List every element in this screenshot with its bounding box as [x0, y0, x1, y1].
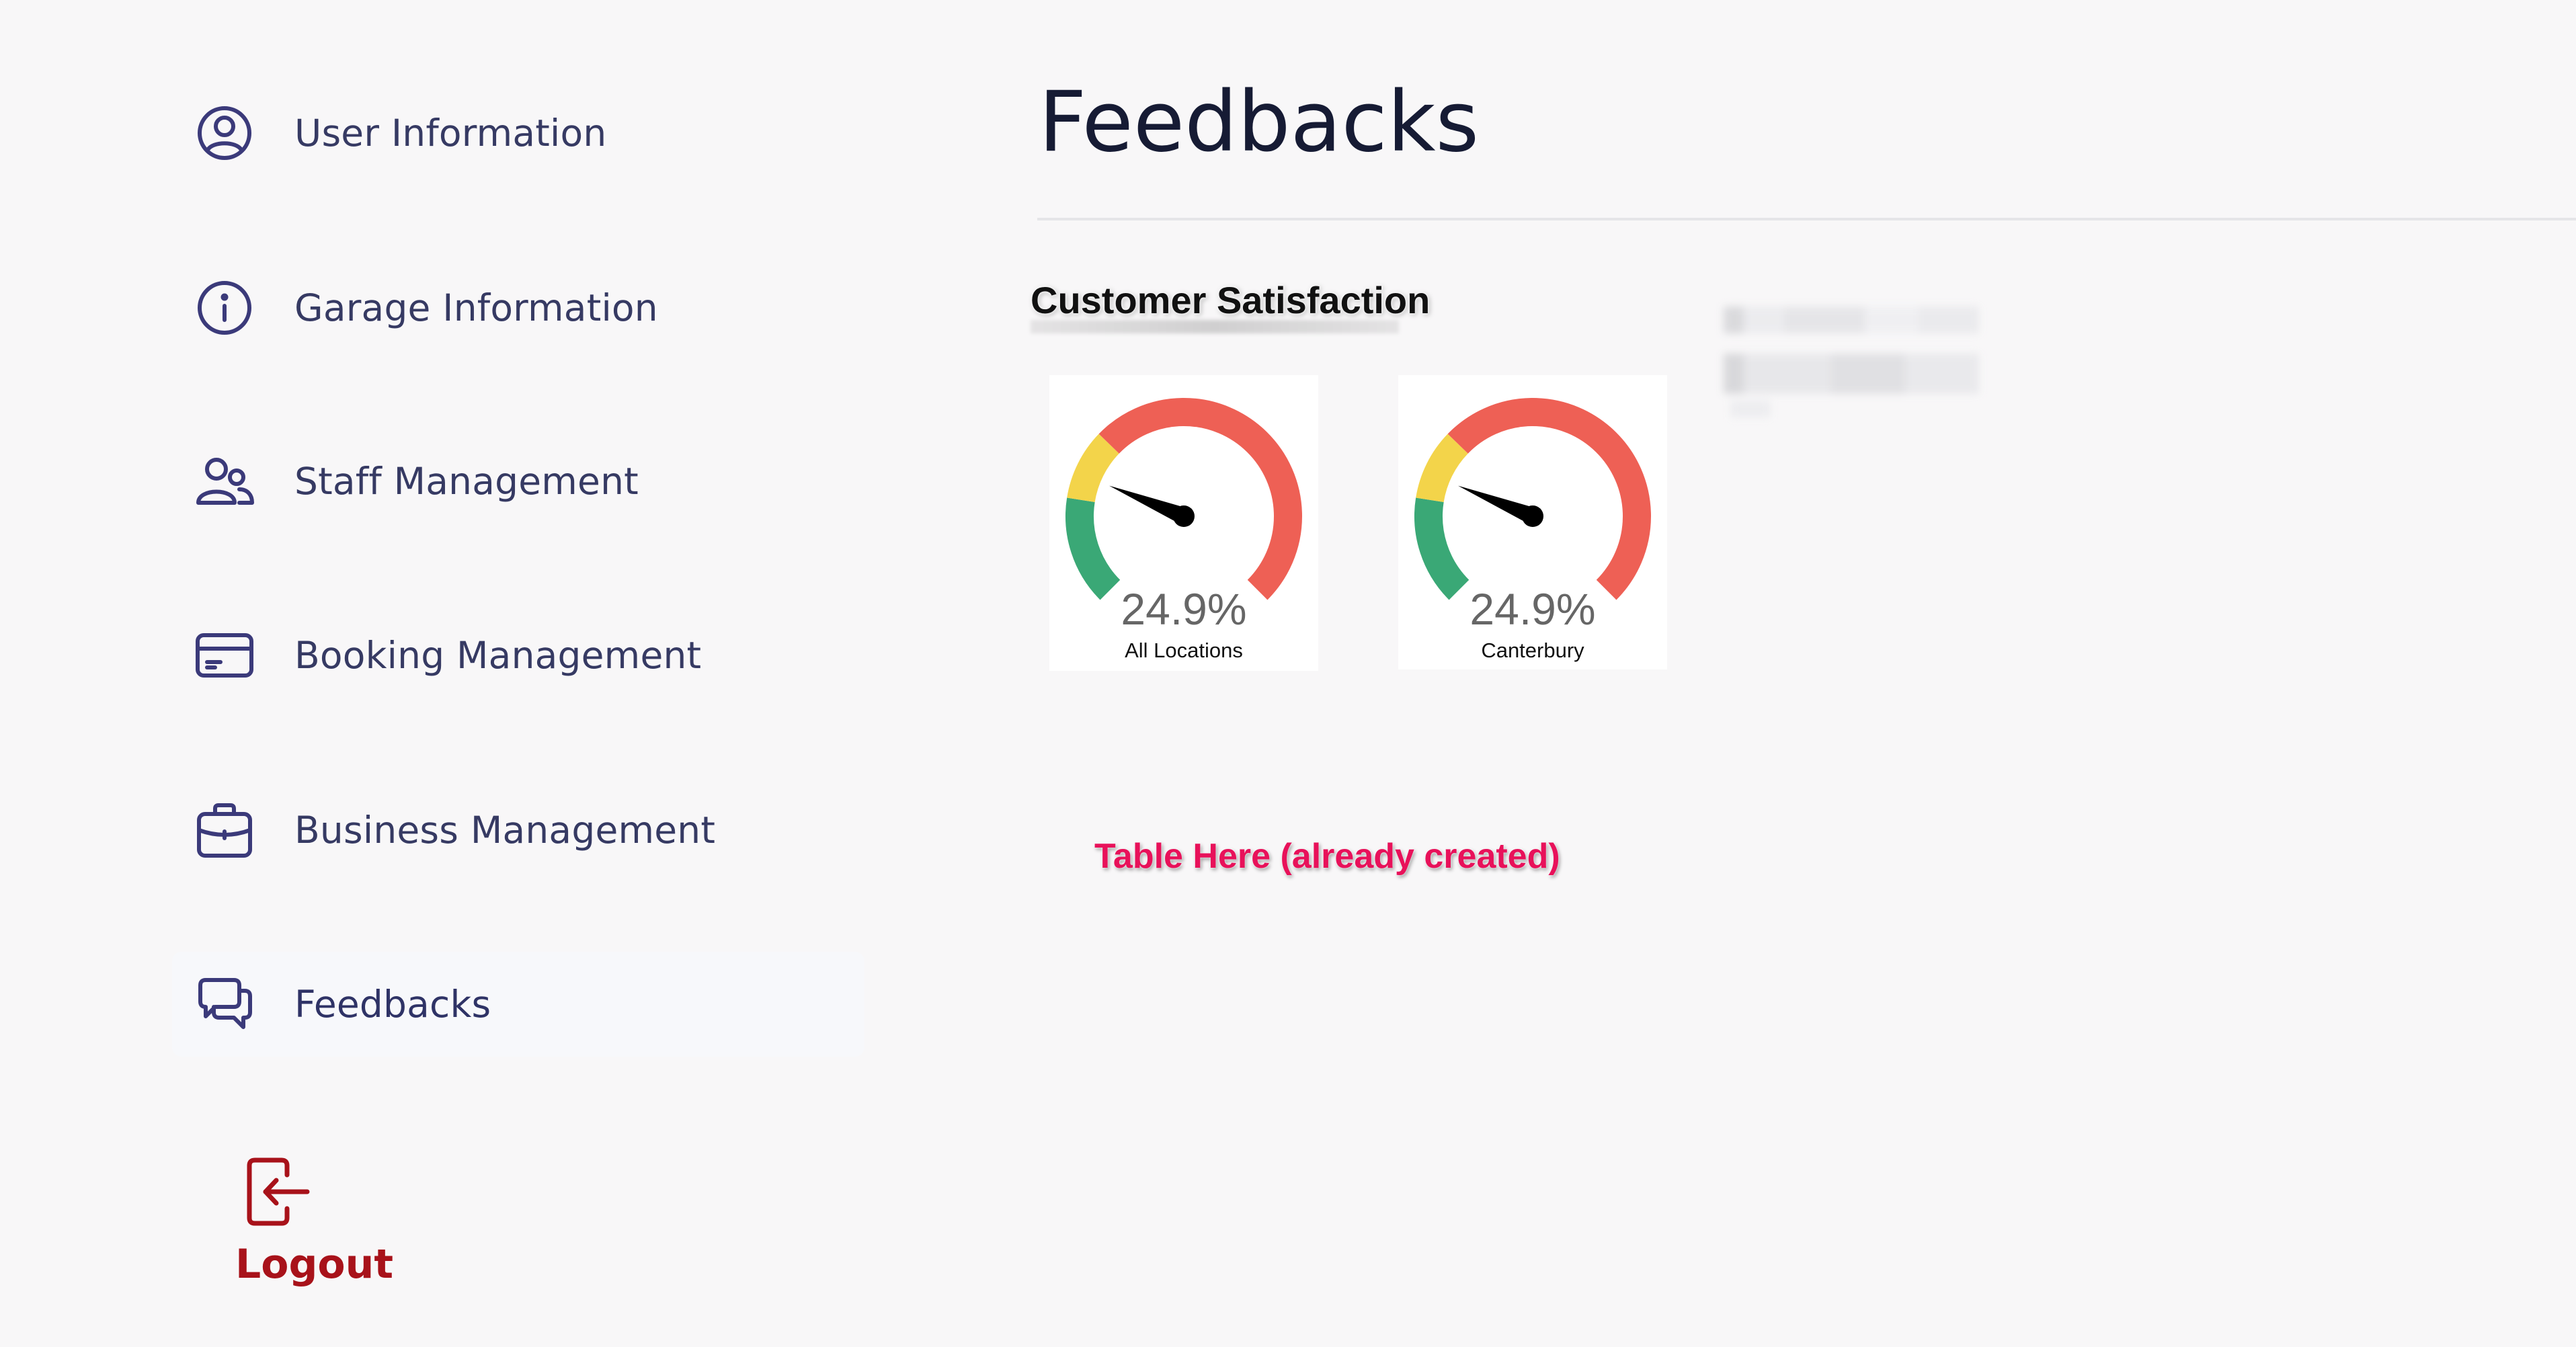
info-icon [192, 276, 257, 340]
sidebar-item-business-management[interactable]: Business Management [172, 778, 864, 883]
gauge-segment-red [1447, 398, 1651, 600]
user-circle-icon [192, 101, 257, 165]
gauge-segment-green [1414, 497, 1470, 600]
sidebar-item-label: Staff Management [294, 460, 639, 503]
chat-bubbles-icon [192, 972, 257, 1036]
logout-icon [243, 1155, 317, 1229]
blurred-content [1724, 307, 1979, 417]
section-title-shadow [1031, 320, 1399, 333]
sidebar-item-feedbacks[interactable]: Feedbacks [172, 952, 864, 1057]
page-title: Feedbacks [1039, 74, 1480, 171]
users-icon [192, 449, 257, 514]
table-placeholder-note: Table Here (already created) [1094, 837, 1560, 876]
sidebar-item-label: Booking Management [294, 634, 702, 677]
sidebar-item-label: Garage Information [294, 286, 658, 329]
gauge-label: All Locations [1125, 639, 1243, 662]
gauge-segment-green [1065, 497, 1121, 600]
logout-label: Logout [235, 1241, 394, 1288]
sidebar-item-garage-information[interactable]: Garage Information [172, 255, 864, 360]
sidebar-item-staff-management[interactable]: Staff Management [172, 429, 864, 534]
gauge-card-all-locations: 24.9% All Locations [1049, 375, 1318, 671]
gauge-needle-hub [1522, 505, 1543, 527]
divider [1037, 218, 2576, 220]
logout-button[interactable]: Logout [229, 1155, 394, 1296]
gauge-segment-yellow [1067, 434, 1120, 503]
gauge-card-canterbury: 24.9% Canterbury [1398, 375, 1667, 669]
sidebar-item-label: User Information [294, 112, 607, 155]
briefcase-icon [192, 798, 257, 862]
gauge-value: 24.9% [1470, 584, 1596, 634]
gauge-label: Canterbury [1481, 639, 1584, 662]
section-title: Customer Satisfaction [1031, 279, 1431, 321]
gauge-value: 24.9% [1121, 584, 1247, 634]
gauge-segment-red [1098, 398, 1302, 600]
gauge-needle-hub [1173, 505, 1195, 527]
sidebar-item-label: Feedbacks [294, 983, 491, 1026]
sidebar-item-booking-management[interactable]: Booking Management [172, 603, 864, 708]
sidebar-item-user-information[interactable]: User Information [172, 81, 864, 186]
credit-card-icon [192, 623, 257, 688]
sidebar-item-label: Business Management [294, 809, 716, 852]
gauge-segment-yellow [1416, 434, 1469, 503]
